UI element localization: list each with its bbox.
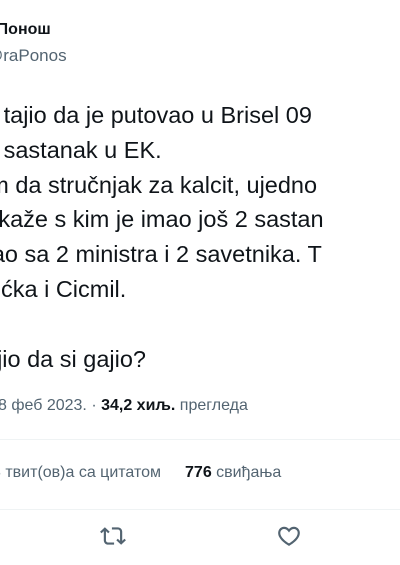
tweet-text-line: rao sa 2 ministra i 2 savetnika. T	[0, 241, 322, 268]
views-count: 34,2 хиљ.	[101, 397, 176, 414]
views-label: прегледа	[175, 397, 248, 414]
retweet-button[interactable]	[98, 521, 128, 551]
likes-label: свиђања	[211, 464, 282, 481]
tweet-meta: 8 феб 2023. · 34,2 хиљ. прегледа	[0, 397, 248, 415]
tweet-text-line: e tajio da je putovao u Brisel 09	[0, 102, 312, 128]
divider	[0, 439, 400, 440]
divider	[0, 509, 400, 510]
heart-icon	[278, 526, 300, 546]
meta-separator: ·	[86, 397, 102, 414]
retweet-icon	[100, 527, 126, 545]
tweet-text-line: im da stručnjak za kalcit, ujedno	[0, 171, 318, 198]
tweet-author-header[interactable]: r Понош @raPonos	[0, 18, 400, 72]
author-handle[interactable]: @raPonos	[0, 46, 67, 66]
likes-count: 776	[185, 464, 212, 481]
tweet-text-line: 1 sastanak u EK.	[0, 136, 162, 163]
tweet-stats: 8 твит(ов)а са цитатом 776 свиђања	[0, 464, 281, 482]
tweet-text-line: r kaže s kim je imao još 2 sastan	[0, 206, 324, 233]
tweet-detail-view: r Понош @raPonos e tajio da je putovao u…	[0, 0, 400, 565]
likes-link[interactable]: 776 свиђања	[185, 464, 281, 481]
tweet-text: e tajio da je putovao u Brisel 09 1 sast…	[0, 98, 400, 376]
tweet-text-line: ajio da si gajio?	[0, 345, 146, 372]
quote-tweets-link[interactable]: 8 твит(ов)а са цитатом	[0, 464, 161, 481]
author-display-name[interactable]: r Понош	[0, 21, 51, 39]
like-button[interactable]	[274, 521, 304, 551]
tweet-text-line: vićka i Cicmil.	[0, 275, 127, 302]
tweet-date[interactable]: 8 феб 2023.	[0, 397, 87, 414]
